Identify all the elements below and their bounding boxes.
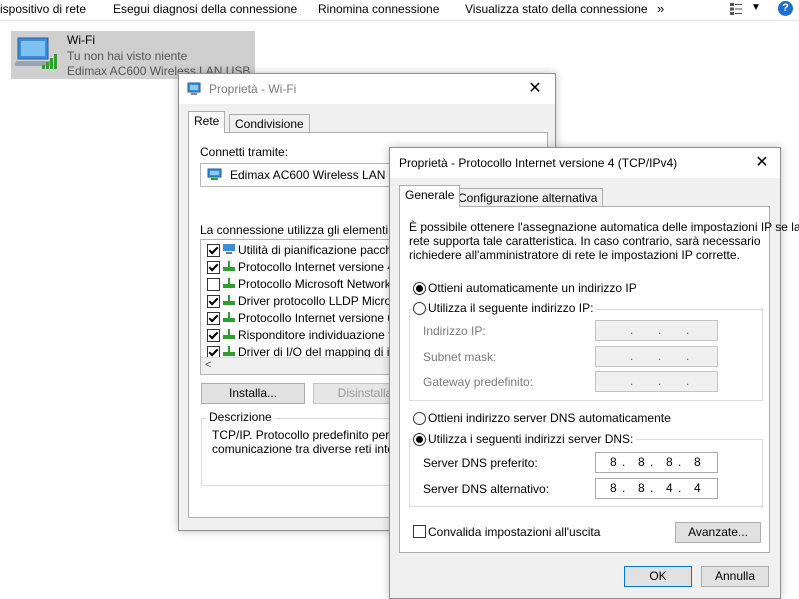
ipv4-general-panel: È possibile ottenere l'assegnazione auto… — [399, 206, 799, 553]
component-label: Utilità di pianificazione pacchetti — [238, 243, 409, 257]
alternate-dns-label: Server DNS alternativo: — [423, 482, 550, 496]
component-label: Risponditore individuazione topo — [238, 328, 412, 342]
toolbar-disable-device[interactable]: ispositivo di rete — [0, 2, 86, 16]
subnet-input[interactable]: ... — [595, 346, 718, 367]
wifi-properties-titlebar[interactable]: Proprietà - Wi-Fi ✕ — [179, 74, 555, 104]
alternate-dns-input[interactable]: 8. 8. 4. 4 — [595, 478, 718, 499]
toolbar-rename-connection[interactable]: Rinomina connessione — [318, 2, 439, 16]
preferred-dns-input[interactable]: 8. 8. 8. 8 — [595, 452, 718, 473]
ok-button[interactable]: OK — [624, 566, 692, 587]
explorer-toolbar: ispositivo di rete Esegui diagnosi della… — [0, 0, 799, 21]
wifi-properties-close-button[interactable]: ✕ — [521, 76, 549, 102]
protocol-icon — [223, 261, 235, 271]
install-button[interactable]: Installa... — [201, 383, 305, 404]
component-label: Driver protocollo LLDP Microsoft — [238, 294, 411, 308]
view-dropdown-icon[interactable]: ▼ — [751, 2, 761, 13]
protocol-icon — [223, 346, 235, 356]
ipv4-properties-titlebar[interactable]: Proprietà - Protocollo Internet versione… — [390, 148, 780, 178]
help-icon[interactable]: ? — [778, 1, 793, 16]
ipv4-properties-window: Proprietà - Protocollo Internet versione… — [389, 147, 799, 599]
protocol-icon — [223, 295, 235, 305]
gateway-input[interactable]: ... — [595, 371, 718, 392]
wifi-properties-title: Proprietà - Wi-Fi — [209, 82, 297, 96]
component-label: Protocollo Internet versione 6 (T — [238, 311, 409, 325]
connection-status: Tu non hai visto niente — [67, 49, 188, 63]
view-options-icon[interactable] — [730, 3, 742, 15]
toolbar-more-button[interactable]: » — [657, 1, 664, 16]
connection-name: Wi-Fi — [67, 33, 95, 47]
ipv4-properties-close-button[interactable]: ✕ — [748, 150, 776, 176]
component-checkbox[interactable] — [207, 329, 220, 342]
validate-label: Convalida impostazioni all'uscita — [428, 525, 601, 539]
adapter-icon — [207, 168, 222, 180]
component-checkbox[interactable] — [207, 312, 220, 325]
tab-configurazione-alternativa[interactable]: Configurazione alternativa — [452, 188, 604, 207]
auto-dns-radio[interactable] — [413, 412, 426, 425]
description-line-1: TCP/IP. Protocollo predefinito per le W — [212, 428, 417, 442]
advanced-button[interactable]: Avanzate... — [675, 522, 761, 543]
ipv4-properties-title: Proprietà - Protocollo Internet versione… — [399, 156, 678, 170]
manual-ip-label: Utilizza il seguente indirizzo IP: — [428, 301, 597, 315]
ip-address-label: Indirizzo IP: — [423, 324, 486, 338]
validate-checkbox[interactable] — [413, 525, 426, 538]
scroll-left-icon[interactable]: < — [205, 359, 211, 371]
component-checkbox[interactable] — [207, 295, 220, 308]
wireless-network-icon — [15, 37, 57, 69]
cancel-button[interactable]: Annulla — [701, 566, 769, 587]
component-label: Protocollo Microsoft Network Ad — [238, 277, 409, 291]
ip-address-input[interactable]: ... — [595, 320, 718, 341]
adapter-name: Edimax AC600 Wireless LAN USB — [230, 168, 414, 182]
toolbar-view-status[interactable]: Visualizza stato della connessione — [465, 2, 648, 16]
auto-ip-radio[interactable] — [413, 282, 426, 295]
intro-line-2: rete supporta tale caratteristica. In ca… — [409, 234, 761, 248]
component-checkbox[interactable] — [207, 244, 220, 257]
description-title: Descrizione — [206, 410, 275, 424]
auto-ip-label: Ottieni automaticamente un indirizzo IP — [428, 281, 637, 295]
tab-generale[interactable]: Generale — [399, 185, 461, 207]
manual-dns-radio[interactable] — [413, 433, 426, 446]
scheduler-icon — [223, 244, 235, 254]
component-label: Protocollo Internet versione 4 (T — [238, 260, 409, 274]
protocol-icon — [223, 278, 235, 288]
component-checkbox[interactable] — [207, 278, 220, 291]
component-checkbox[interactable] — [207, 261, 220, 274]
protocol-icon — [223, 329, 235, 339]
auto-dns-label: Ottieni indirizzo server DNS automaticam… — [428, 411, 671, 425]
gateway-label: Gateway predefinito: — [423, 375, 534, 389]
manual-ip-radio[interactable] — [413, 302, 426, 315]
wifi-connection-item[interactable]: Wi-Fi Tu non hai visto niente Edimax AC6… — [11, 31, 264, 79]
description-line-2: comunicazione tra diverse reti intercon — [212, 442, 418, 456]
tab-condivisione[interactable]: Condivisione — [229, 114, 310, 133]
connect-using-label: Connetti tramite: — [200, 145, 289, 159]
toolbar-diagnose-connection[interactable]: Esegui diagnosi della connessione — [113, 2, 297, 16]
preferred-dns-label: Server DNS preferito: — [423, 456, 538, 470]
tab-rete[interactable]: Rete — [188, 111, 226, 133]
intro-line-3: richiedere all'amministratore di rete le… — [409, 248, 740, 262]
subnet-label: Subnet mask: — [423, 350, 497, 364]
manual-dns-label: Utilizza i seguenti indirizzi server DNS… — [428, 432, 637, 446]
protocol-icon — [223, 312, 235, 322]
intro-line-1: È possibile ottenere l'assegnazione auto… — [409, 220, 799, 234]
network-window-icon — [187, 82, 201, 95]
